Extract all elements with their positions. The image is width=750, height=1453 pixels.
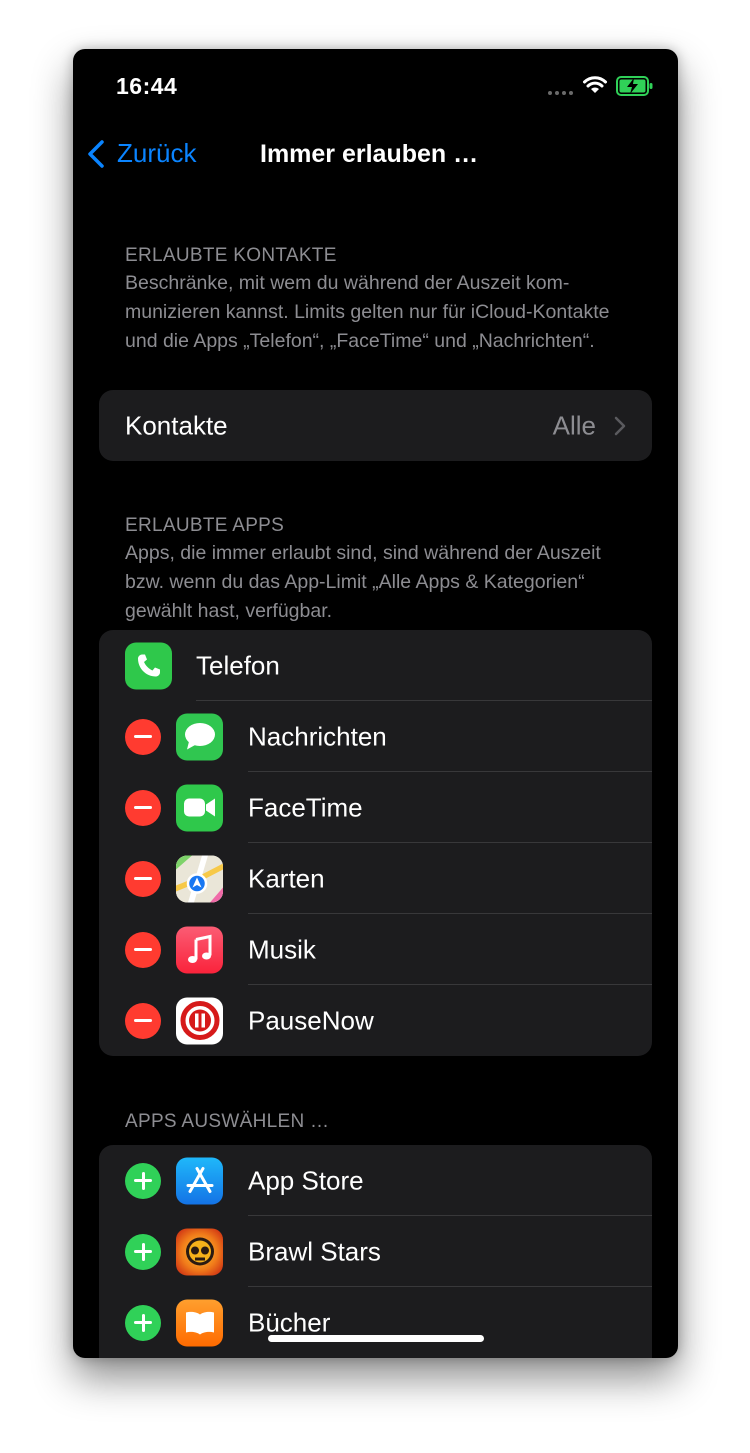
- contacts-row[interactable]: Kontakte Alle: [99, 390, 652, 461]
- home-indicator[interactable]: [268, 1335, 484, 1342]
- section-header-choose-apps: APPS AUSWÄHLEN …: [125, 1111, 330, 1132]
- list-item: Bücher: [99, 1287, 652, 1358]
- phone-icon: [125, 642, 172, 689]
- add-button[interactable]: [125, 1162, 161, 1199]
- phone-screen: 16:44 Zurück Immer erlauben … ERLAUBTE K…: [73, 49, 678, 1358]
- app-label: Telefon: [196, 650, 280, 680]
- wifi-icon: [583, 76, 607, 93]
- app-label: App Store: [248, 1165, 364, 1195]
- add-button[interactable]: [125, 1233, 161, 1270]
- list-item: Nachrichten: [99, 701, 652, 772]
- app-label: Musik: [248, 934, 316, 964]
- maps-icon: [176, 855, 223, 902]
- battery-charging-icon: [616, 76, 653, 96]
- add-button[interactable]: [125, 1304, 161, 1341]
- remove-button[interactable]: [125, 931, 161, 968]
- chevron-left-icon: [88, 139, 104, 168]
- contacts-group: Kontakte Alle: [99, 390, 652, 461]
- remove-button[interactable]: [125, 1002, 161, 1039]
- app-label: Nachrichten: [248, 721, 387, 751]
- app-label: PauseNow: [248, 1005, 374, 1035]
- brawl-stars-icon: [176, 1228, 223, 1275]
- list-item: Karten: [99, 843, 652, 914]
- cellular-signal-icon: [548, 91, 573, 95]
- page-title: Immer erlauben …: [260, 140, 479, 168]
- app-label: Brawl Stars: [248, 1236, 381, 1266]
- books-icon: [176, 1299, 223, 1346]
- remove-button[interactable]: [125, 789, 161, 826]
- list-item: PauseNow: [99, 985, 652, 1056]
- remove-button[interactable]: [125, 718, 161, 755]
- app-store-icon: [176, 1157, 223, 1204]
- list-item: App Store: [99, 1145, 652, 1216]
- messages-icon: [176, 713, 223, 760]
- music-icon: [176, 926, 223, 973]
- status-time: 16:44: [116, 73, 178, 99]
- contacts-row-label: Kontakte: [125, 410, 228, 440]
- app-label: Bücher: [248, 1307, 331, 1337]
- list-item: Brawl Stars: [99, 1216, 652, 1287]
- remove-button[interactable]: [125, 860, 161, 897]
- list-item: FaceTime: [99, 772, 652, 843]
- contacts-row-value: Alle: [552, 410, 596, 440]
- back-button[interactable]: Zurück: [87, 138, 196, 169]
- app-label: FaceTime: [248, 792, 363, 822]
- facetime-icon: [176, 784, 223, 831]
- section-header-contacts: ERLAUBTE KONTAKTE: [125, 245, 337, 266]
- list-item: Telefon: [99, 630, 652, 701]
- choose-apps-group: App Store Brawl Stars Bücher: [99, 1145, 652, 1358]
- section-description-contacts: Beschränke, mit wem du während der Ausze…: [125, 272, 610, 352]
- section-header-apps: ERLAUBTE APPS: [125, 515, 285, 536]
- back-label: Zurück: [117, 138, 197, 168]
- chevron-right-icon: [614, 416, 626, 435]
- section-description-apps: Apps, die immer erlaubt sind, sind währe…: [125, 542, 601, 622]
- list-item: Musik: [99, 914, 652, 985]
- app-label: Karten: [248, 863, 325, 893]
- allowed-apps-group: Telefon Nachrichten FaceTime Karten Musi…: [99, 630, 652, 1056]
- pausenow-icon: [176, 997, 223, 1044]
